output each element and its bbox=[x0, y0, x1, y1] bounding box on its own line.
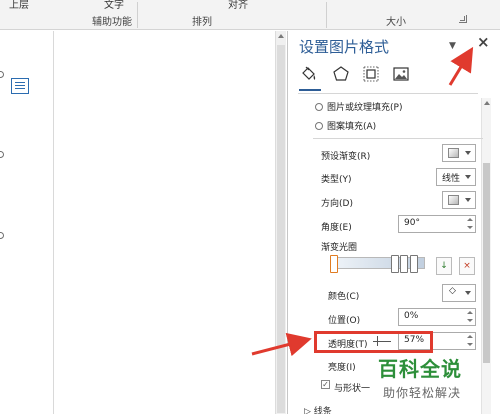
document-scrollbar[interactable] bbox=[275, 31, 286, 414]
rotate-with-shape-checkbox[interactable]: ✓ bbox=[321, 380, 330, 389]
spin-up-icon[interactable] bbox=[467, 218, 473, 221]
spin-down-icon[interactable] bbox=[467, 226, 473, 229]
position-input[interactable]: 0% bbox=[398, 308, 476, 326]
angle-input[interactable]: 90° bbox=[398, 215, 476, 233]
ribbon-top-align[interactable]: 对齐 bbox=[228, 0, 248, 11]
spin-up-icon[interactable] bbox=[467, 335, 473, 338]
gradient-stops-label: 渐变光圈 bbox=[321, 243, 358, 253]
page-edge bbox=[53, 31, 54, 414]
transparency-highlight-box bbox=[314, 331, 433, 353]
chevron-down-icon bbox=[465, 151, 471, 155]
pentagon-icon[interactable] bbox=[332, 65, 350, 83]
pane-title: 设置图片格式 bbox=[299, 38, 390, 56]
brightness-label: 亮度(I) bbox=[328, 363, 356, 373]
remove-gradient-stop-icon[interactable]: × bbox=[459, 257, 475, 275]
gradient-swatch bbox=[448, 148, 459, 158]
watermark-subtitle: 助你轻松解决 bbox=[383, 386, 462, 400]
spin-down-icon[interactable] bbox=[467, 343, 473, 346]
fill-color-icon: ◇ bbox=[449, 286, 456, 296]
rotate-with-shape-label: 与形状一 bbox=[334, 384, 371, 394]
type-label: 类型(Y) bbox=[321, 175, 352, 185]
close-icon[interactable]: × bbox=[477, 33, 490, 51]
gradient-stop[interactable] bbox=[391, 255, 399, 273]
ribbon-separator bbox=[137, 2, 138, 28]
color-dropdown[interactable]: ◇ bbox=[442, 284, 476, 302]
pane-options-icon[interactable]: ▼ bbox=[449, 41, 456, 51]
radio-circle[interactable] bbox=[315, 122, 323, 130]
radio-picture-texture-fill[interactable]: 图片或纹理填充(P) bbox=[315, 100, 402, 113]
pane-divider bbox=[298, 93, 478, 94]
direction-swatch bbox=[448, 195, 459, 205]
section-divider bbox=[313, 138, 483, 139]
direction-label: 方向(D) bbox=[321, 199, 353, 209]
pane-scroll-up-icon[interactable] bbox=[484, 101, 490, 105]
gradient-stop[interactable] bbox=[400, 255, 408, 273]
line-section-header[interactable]: ▷ 线条 bbox=[304, 404, 332, 414]
type-dropdown[interactable]: 线性 bbox=[436, 168, 476, 186]
color-label: 颜色(C) bbox=[328, 292, 360, 302]
watermark-title: 百科全说 bbox=[378, 357, 462, 381]
preset-gradient-label: 预设渐变(R) bbox=[321, 152, 371, 162]
ribbon-separator bbox=[326, 2, 327, 28]
spin-down-icon[interactable] bbox=[467, 319, 473, 322]
group-label-arrange: 排列 bbox=[192, 17, 212, 28]
group-label-size: 大小 bbox=[386, 17, 406, 28]
add-gradient-stop-icon[interactable]: ↓ bbox=[436, 257, 452, 275]
ribbon-top-text[interactable]: 文字 bbox=[104, 0, 124, 11]
chevron-down-icon bbox=[465, 198, 471, 202]
layout-options-icon[interactable] bbox=[11, 78, 29, 94]
pane-scroll-thumb[interactable] bbox=[483, 163, 490, 363]
radio-circle[interactable] bbox=[315, 103, 323, 111]
preset-gradient-dropdown[interactable] bbox=[442, 144, 476, 162]
direction-dropdown[interactable] bbox=[442, 191, 476, 209]
ribbon-top-left[interactable]: 上层 bbox=[9, 0, 29, 11]
active-tab-indicator bbox=[299, 89, 321, 91]
size-icon[interactable] bbox=[362, 65, 380, 83]
gradient-stop-selected[interactable] bbox=[330, 255, 338, 273]
group-label-helper: 辅助功能 bbox=[92, 17, 132, 28]
chevron-down-icon bbox=[465, 291, 471, 295]
paint-bucket-icon[interactable] bbox=[300, 65, 318, 83]
pane-scrollbar[interactable] bbox=[481, 98, 491, 414]
scroll-thumb[interactable] bbox=[277, 45, 285, 413]
chevron-down-icon bbox=[465, 175, 471, 179]
gradient-stop[interactable] bbox=[410, 255, 418, 273]
picture-icon[interactable] bbox=[392, 65, 410, 83]
ribbon: 上层 文字 对齐 辅助功能 排列 大小 bbox=[0, 0, 500, 30]
position-label: 位置(O) bbox=[328, 316, 361, 326]
document-canvas[interactable] bbox=[0, 31, 275, 414]
angle-label: 角度(E) bbox=[321, 223, 352, 233]
size-dialog-launcher-icon[interactable] bbox=[459, 15, 467, 23]
scroll-up-icon[interactable] bbox=[278, 34, 284, 38]
spin-up-icon[interactable] bbox=[467, 311, 473, 314]
radio-pattern-fill[interactable]: 图案填充(A) bbox=[315, 119, 376, 132]
